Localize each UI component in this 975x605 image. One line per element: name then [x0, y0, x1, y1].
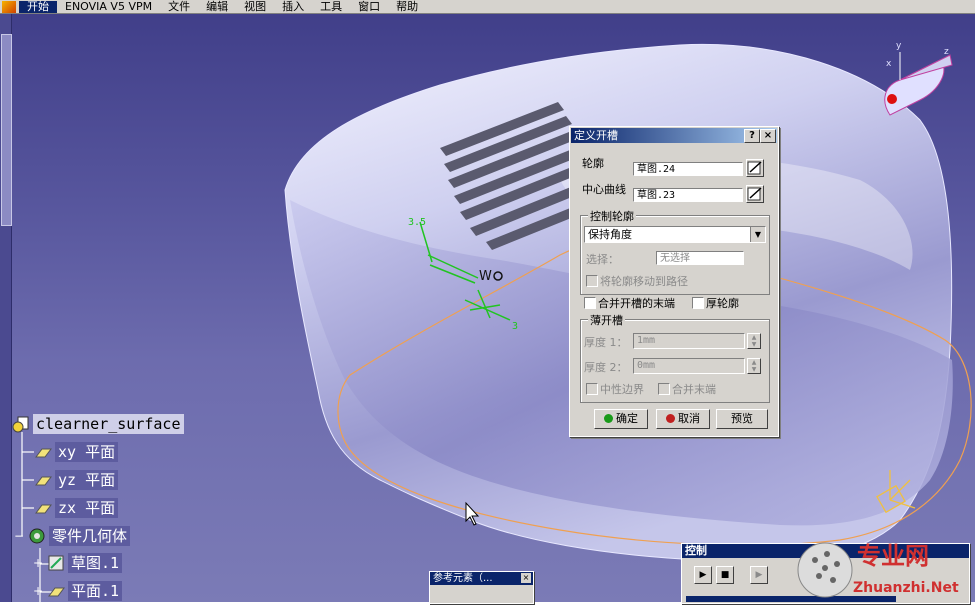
cancel-icon: [666, 414, 675, 423]
watermark: 专业网 Zhuanzhi.Net: [797, 540, 975, 602]
tree-item-part-body[interactable]: − 零件几何体: [14, 526, 131, 546]
neutral-fiber-checkbox[interactable]: [586, 383, 598, 395]
tree-item-sketch-1[interactable]: + 草图.1: [33, 553, 123, 573]
ok-icon: [604, 414, 613, 423]
reference-panel-title: 参考元素（...: [433, 573, 493, 584]
control-profile-select[interactable]: 保持角度 ▼: [584, 226, 766, 243]
close-icon[interactable]: ×: [521, 573, 531, 583]
merge-tips-label: 合并末端: [672, 383, 716, 396]
gear-icon: [29, 528, 45, 544]
reference-element-panel: 参考元素（... ×: [429, 571, 534, 604]
stop-icon[interactable]: ■: [716, 566, 734, 584]
part-icon: [12, 416, 29, 433]
step-icon[interactable]: ▶: [750, 566, 768, 584]
svg-text:z: z: [944, 47, 949, 57]
tree-item-plane-1[interactable]: + 平面.1: [33, 581, 123, 601]
tree-item-label[interactable]: yz 平面: [55, 470, 119, 490]
control-profile-group-label: 控制轮廓: [588, 208, 636, 224]
tree-item-label[interactable]: 平面.1: [68, 581, 123, 601]
menu-view[interactable]: 视图: [236, 0, 274, 13]
watermark-text-2: Zhuanzhi.Net: [853, 580, 959, 596]
svg-text:x: x: [886, 59, 892, 69]
expand-icon[interactable]: +: [33, 556, 47, 570]
thickness1-field[interactable]: 1mm: [633, 333, 745, 349]
watermark-text-1: 专业网: [857, 541, 929, 570]
reference-panel-titlebar[interactable]: 参考元素（... ×: [430, 572, 533, 585]
cancel-button[interactable]: 取消: [656, 409, 710, 429]
menu-edit[interactable]: 编辑: [198, 0, 236, 13]
compass-icon: y x z: [884, 41, 953, 116]
play-icon[interactable]: ▶: [694, 566, 712, 584]
thick-profile-label: 厚轮廓: [706, 297, 739, 310]
dialog-title: 定义开槽: [574, 129, 618, 142]
thickness2-label: 厚度 2：: [584, 361, 628, 374]
center-curve-field[interactable]: 草图.23: [633, 188, 743, 202]
expand-icon[interactable]: +: [33, 584, 47, 598]
center-curve-label: 中心曲线: [582, 183, 626, 196]
thickness1-label: 厚度 1：: [584, 336, 628, 349]
thickness2-spinner[interactable]: ▲ ▼: [747, 358, 761, 374]
close-button[interactable]: ×: [760, 129, 776, 143]
merge-ends-checkbox[interactable]: [584, 297, 596, 309]
tree-item-label[interactable]: 零件几何体: [49, 526, 131, 546]
profile-label: 轮廓: [582, 157, 604, 170]
plane-icon: [35, 476, 52, 486]
control-profile-value: 保持角度: [588, 228, 632, 241]
merge-ends-label: 合并开槽的末端: [598, 297, 675, 310]
tree-item-label[interactable]: xy 平面: [55, 442, 119, 462]
tree-item-label[interactable]: 草图.1: [68, 553, 123, 573]
dimension-label-2: 3: [512, 321, 518, 332]
thickness2-field[interactable]: 0mm: [633, 358, 745, 374]
tree-item-xy-plane[interactable]: xy 平面: [34, 442, 119, 462]
move-profile-label: 将轮廓移动到路径: [600, 275, 688, 288]
tree-item-label[interactable]: zx 平面: [55, 498, 119, 518]
plane-icon: [48, 587, 65, 597]
chevron-down-icon[interactable]: ▼: [750, 227, 765, 242]
sketch-icon: [48, 555, 64, 571]
collapse-icon[interactable]: −: [14, 529, 28, 543]
help-button[interactable]: ?: [744, 129, 760, 143]
sketch-edit-icon[interactable]: [746, 159, 764, 177]
selection-label: 选择：: [586, 253, 619, 266]
menu-insert[interactable]: 插入: [274, 0, 312, 13]
dimension-label-1: 3.5: [408, 217, 426, 228]
menu-help[interactable]: 帮助: [388, 0, 426, 13]
svg-text:y: y: [896, 41, 902, 51]
tree-root-label[interactable]: clearner_surface: [33, 414, 184, 434]
preview-button[interactable]: 预览: [716, 409, 768, 429]
watermark-logo: 专业网 Zhuanzhi.Net: [797, 541, 959, 598]
tree-item-zx-plane[interactable]: zx 平面: [34, 498, 119, 518]
plane-icon: [35, 448, 52, 458]
menu-window[interactable]: 窗口: [350, 0, 388, 13]
thin-slot-group-label: 薄开槽: [588, 312, 625, 328]
merge-tips-checkbox[interactable]: [658, 383, 670, 395]
plane-icon: [35, 504, 52, 514]
vertex-marker: W: [479, 269, 492, 284]
thickness1-spinner[interactable]: ▲ ▼: [747, 333, 761, 349]
tree-root[interactable]: clearner_surface: [12, 414, 184, 434]
define-slot-dialog: 定义开槽 ? × 轮廓 草图.24 中心曲线 草图.23 控制轮廓 保持角度 ▼…: [569, 126, 779, 437]
neutral-fiber-label: 中性边界: [600, 383, 644, 396]
thick-profile-checkbox[interactable]: [692, 297, 704, 309]
tree-item-yz-plane[interactable]: yz 平面: [34, 470, 119, 490]
selection-field[interactable]: 无选择: [656, 251, 744, 265]
menu-tools[interactable]: 工具: [312, 0, 350, 13]
move-profile-checkbox[interactable]: [586, 275, 598, 287]
profile-field[interactable]: 草图.24: [633, 162, 743, 176]
sketch-edit-icon[interactable]: [746, 185, 764, 203]
ok-button[interactable]: 确定: [594, 409, 648, 429]
